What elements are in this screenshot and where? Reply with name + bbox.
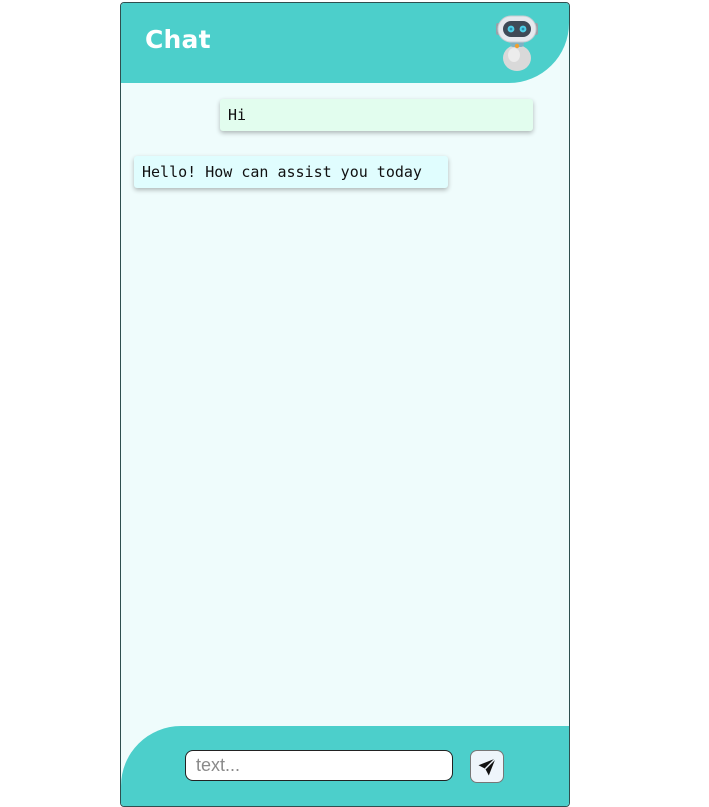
chat-window: Chat Hi Hello! How can assist you today xyxy=(120,2,570,807)
bot-message: Hello! How can assist you today xyxy=(134,156,448,188)
send-button[interactable] xyxy=(470,750,504,783)
user-message: Hi xyxy=(220,99,533,131)
paper-plane-icon xyxy=(478,757,496,775)
chat-footer xyxy=(121,726,569,806)
chat-header: Chat xyxy=(121,3,569,83)
chat-title: Chat xyxy=(145,25,211,54)
message-input[interactable] xyxy=(185,750,453,781)
message-list: Hi Hello! How can assist you today xyxy=(121,83,569,723)
robot-icon xyxy=(496,15,538,71)
